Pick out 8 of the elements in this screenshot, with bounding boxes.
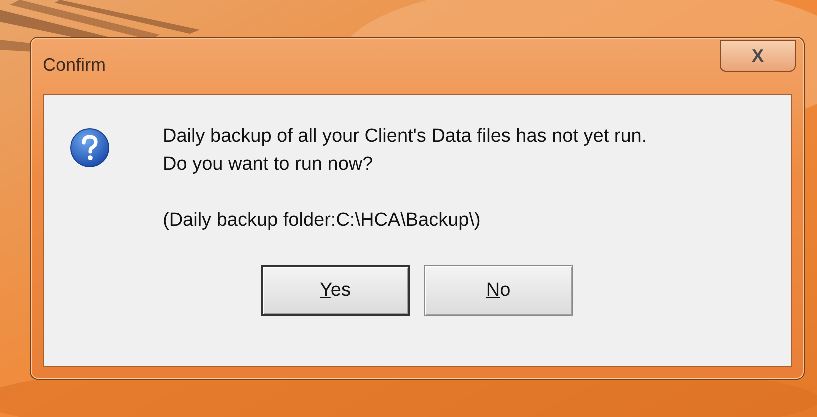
dialog-button[interactable]: No <box>424 265 573 316</box>
close-button[interactable]: X <box>720 40 796 72</box>
dialog-button[interactable]: Yes <box>261 265 410 316</box>
window-title: Confirm <box>43 55 106 76</box>
message-text: (Daily backup folder:C:\HCA\Backup\) <box>163 209 482 233</box>
question-icon <box>70 128 110 168</box>
message-text: Do you want to run now? <box>163 153 374 177</box>
message-text: Daily backup of all your Client's Data files has not yet run. <box>163 125 648 149</box>
